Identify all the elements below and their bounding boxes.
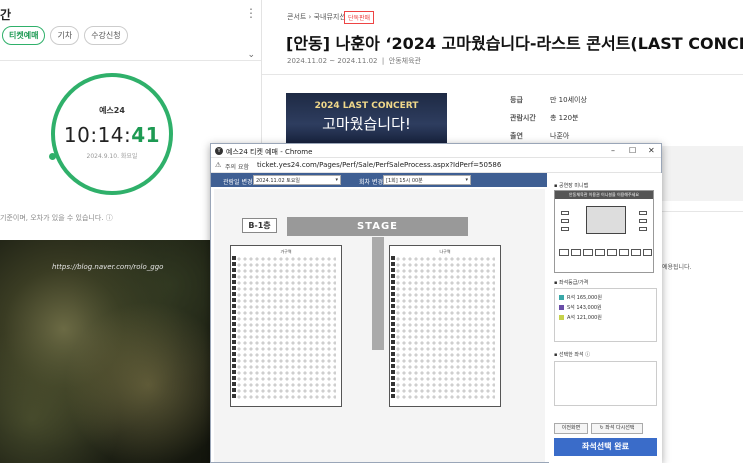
date-select[interactable]: 2024.11.02 토요일 ▾ [253, 175, 341, 185]
poster-line2: 고마웠습니다! [322, 115, 411, 133]
legend-item: S석 143,000원 [559, 304, 602, 311]
chevron-down-icon: ▾ [335, 177, 338, 183]
blurred-photo: https://blog.naver.com/rolo_ggo [0, 240, 212, 463]
minimap-header: 안동체육관 이용권 이니셜을 이용해주세요 [555, 191, 653, 199]
watermark: https://blog.naver.com/rolo_ggo [52, 263, 164, 271]
close-icon[interactable]: ✕ [648, 146, 655, 155]
event-poster[interactable]: 2024 LAST CONCERT 고마웠습니다! [286, 93, 447, 145]
booking-sidebar: ▪ 공연장 미니맵 안동체육관 이용권 이니셜을 이용해주세요 ▪ 좌석등급/가… [549, 173, 662, 463]
tab-ticket[interactable]: 티켓예매 [2, 26, 46, 45]
reset-seat-button[interactable]: ↻ 좌석 다시선택 [591, 423, 643, 434]
url-text[interactable]: ticket.yes24.com/Pages/Perf/Sale/PerfSal… [257, 161, 501, 169]
date-label: 관람일 변경 [223, 179, 253, 186]
legend-item: R석 165,000원 [559, 294, 602, 301]
stage-label: STAGE [287, 217, 468, 236]
chevron-down-icon[interactable]: ⌄ [247, 50, 255, 60]
maximize-icon[interactable]: ☐ [629, 146, 636, 155]
price-legend: R석 165,000원 S석 143,000원 A석 121,000원 [554, 288, 657, 342]
swatch [559, 315, 564, 320]
swatch [559, 295, 564, 300]
clock-seconds: 41 [131, 123, 161, 147]
seat-grid[interactable] [236, 256, 336, 401]
event-dates: 2024.11.02 ~ 2024.11.02 | 안동체육관 [287, 57, 421, 65]
panel-title: 간 [0, 8, 12, 22]
schedule-bar: 관람일 변경 2024.11.02 토요일 ▾ 회차 변경 [1회] 15시 00… [211, 173, 547, 187]
info-icon: ⓘ [585, 352, 591, 358]
breadcrumb[interactable]: 콘서트 › 국내뮤지션 [287, 12, 346, 22]
side-note: 예용됩니다. [662, 264, 692, 271]
divider [662, 211, 743, 212]
clock-hm: 10:14: [63, 123, 132, 147]
divider [262, 74, 743, 75]
more-icon[interactable]: ⋮ [245, 6, 257, 20]
seat-map: B-1층 STAGE 가구역 나구역 [214, 189, 545, 462]
page-title: [안동] 나훈아 ‘2024 고마웠습니다-라스트 콘서트(LAST CONCE… [286, 34, 743, 53]
minimap-title: ▪ 공연장 미니맵 [554, 183, 589, 189]
booking-popup-window: Y 예스24 티켓 예매 - Chrome – ☐ ✕ ⚠ 주의 요함 tick… [210, 143, 662, 463]
info-row: 관람시간 총 120분 [510, 114, 579, 122]
window-titlebar: Y 예스24 티켓 예매 - Chrome – ☐ ✕ [211, 144, 661, 158]
accuracy-note: 기준이며, 오차가 있을 수 있습니다. ⓘ [0, 214, 113, 222]
minimize-icon[interactable]: – [611, 146, 615, 155]
block-label: 가구역 [280, 249, 292, 254]
info-icon: ⓘ [105, 214, 113, 222]
time-label: 회차 변경 [359, 179, 383, 186]
selected-seats-box [554, 361, 657, 406]
block-label: 나구역 [439, 249, 451, 254]
clock-face: 예스24 10:14:41 2024.9.10. 화요일 [49, 73, 173, 195]
refresh-icon: ↻ [599, 425, 604, 431]
prev-button[interactable]: 이전화면 [554, 423, 588, 434]
window-title: 예스24 티켓 예매 - Chrome [226, 148, 313, 156]
chosen-title: ▪ 선택한 좌석 ⓘ [554, 352, 591, 358]
address-bar[interactable]: ⚠ 주의 요함 ticket.yes24.com/Pages/Perf/Sale… [211, 158, 661, 173]
floor-label: B-1층 [242, 218, 277, 233]
venue-minimap[interactable]: 안동체육관 이용권 이니셜을 이용해주세요 [554, 190, 654, 273]
swatch [559, 305, 564, 310]
exclusive-badge: 단독판매 [344, 11, 375, 24]
seat-block-left[interactable]: 가구역 [230, 245, 342, 407]
info-row: 등급 만 10세이상 [510, 96, 587, 104]
clock-time: 10:14:41 [55, 123, 169, 147]
clock-date: 2024.9.10. 화요일 [86, 153, 138, 160]
info-box [662, 146, 743, 201]
clock-brand: 예스24 [99, 106, 125, 115]
tab-course[interactable]: 수강신청 [84, 26, 128, 45]
legend-item: A석 121,000원 [559, 314, 602, 321]
time-select[interactable]: [1회] 15시 00분 ▾ [383, 175, 471, 185]
poster-line1: 2024 LAST CONCERT [314, 101, 419, 111]
seat-block-right[interactable]: 나구역 [389, 245, 501, 407]
category-tabs: 티켓예매 기차 수강신청 [2, 26, 128, 45]
aisle [372, 237, 384, 350]
chevron-down-icon: ▾ [465, 177, 468, 183]
yes24-logo-icon: Y [215, 147, 223, 155]
warning-icon[interactable]: ⚠ [215, 161, 221, 169]
minimap-floor[interactable] [586, 206, 626, 234]
event-venue[interactable]: 안동체육관 [389, 57, 421, 65]
event-info: 등급 만 10세이상 관람시간 총 120분 출연 나훈아 [510, 95, 587, 149]
complete-selection-button[interactable]: 좌석선택 완료 [554, 438, 657, 456]
divider [0, 60, 261, 61]
security-warning[interactable]: 주의 요함 [225, 162, 249, 171]
tab-train[interactable]: 기차 [50, 26, 80, 45]
seat-grid[interactable] [395, 256, 495, 401]
grade-title: ▪ 좌석등급/가격 [554, 280, 589, 286]
